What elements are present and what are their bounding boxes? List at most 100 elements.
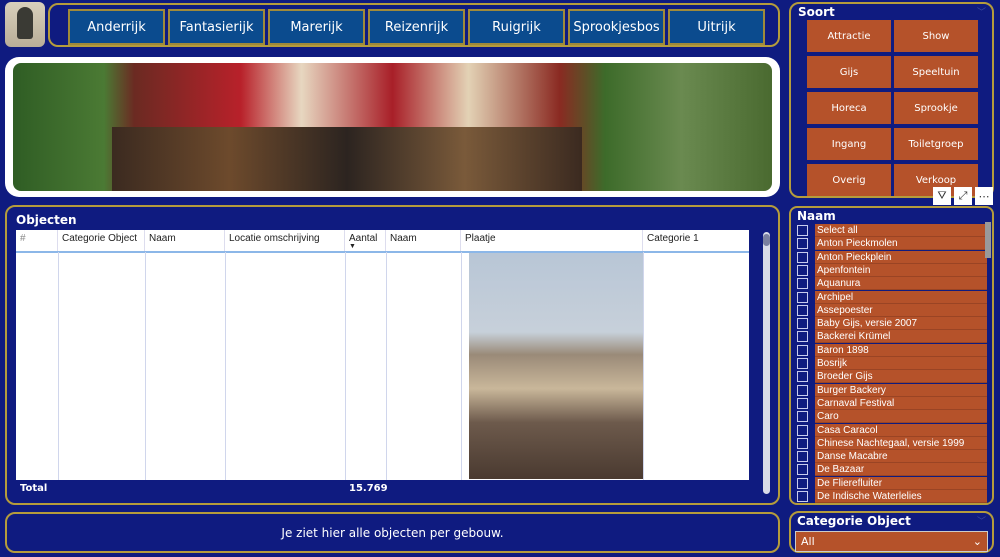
col-divider	[386, 252, 387, 480]
naam-item[interactable]: Burger Backery	[797, 383, 987, 397]
naam-slicer: Naam Select all Anton Pieckmolen Anton Pie…	[789, 206, 994, 505]
checkbox[interactable]	[797, 437, 808, 449]
chevron-down-icon[interactable]: ﹀	[977, 514, 986, 527]
table-scrollbar[interactable]	[763, 232, 770, 494]
checkbox[interactable]	[797, 491, 808, 502]
naam-item[interactable]: Apenfontein	[797, 263, 987, 277]
checkbox[interactable]	[797, 251, 808, 263]
checkbox[interactable]	[797, 451, 808, 463]
checkbox[interactable]	[797, 358, 808, 369]
carousel-image	[13, 63, 772, 191]
checkbox[interactable]	[797, 424, 808, 436]
hero-banner	[5, 57, 780, 197]
checkbox[interactable]	[797, 225, 808, 236]
checkbox[interactable]	[797, 304, 808, 316]
checkbox[interactable]	[797, 477, 808, 489]
focus-mode-icon[interactable]: ⤢	[954, 187, 972, 205]
naam-item[interactable]: Archipel	[797, 290, 987, 304]
col-header[interactable]: Locatie omschrijving	[225, 230, 345, 252]
naam-item[interactable]: Caro	[797, 410, 987, 424]
nav-sprookjesbos[interactable]: Sprookjesbos	[568, 9, 665, 45]
naam-item[interactable]: Aquanura	[797, 277, 987, 291]
soort-toiletgroep[interactable]: Toiletgroep	[894, 128, 978, 160]
col-divider	[461, 252, 462, 480]
item-label: Anton Pieckmolen	[815, 237, 987, 251]
soort-overig[interactable]: Overig	[807, 164, 891, 196]
item-label: Casa Caracol	[815, 423, 987, 437]
naam-item[interactable]: Baron 1898	[797, 343, 987, 357]
naam-item[interactable]: Bosrijk	[797, 357, 987, 370]
col-header[interactable]: Naam	[386, 230, 461, 252]
nav-marerijk[interactable]: Marerijk	[268, 9, 365, 45]
chevron-down-icon[interactable]: ﹀	[977, 5, 986, 18]
naam-item[interactable]: De Bazaar	[797, 463, 987, 477]
checkbox[interactable]	[797, 331, 808, 343]
filter-icon[interactable]: ⛛	[933, 187, 951, 205]
naam-item[interactable]: De Indische Waterlelies	[797, 490, 987, 503]
checkbox[interactable]	[797, 384, 808, 396]
col-header-sorted[interactable]: Aantal ▼	[345, 230, 386, 252]
item-label: Broeder Gijs	[815, 370, 987, 384]
soort-horeca[interactable]: Horeca	[807, 92, 891, 124]
checkbox[interactable]	[797, 291, 808, 303]
naam-item[interactable]: Assepoester	[797, 303, 987, 317]
nav-reizenrijk[interactable]: Reizenrijk	[368, 9, 465, 45]
item-label: De Fliereflu​iter	[815, 476, 987, 490]
naam-item[interactable]: Broeder Gijs	[797, 370, 987, 384]
naam-scrollbar[interactable]	[985, 222, 991, 258]
checkbox[interactable]	[797, 464, 808, 476]
naam-item[interactable]: Casa Caracol	[797, 423, 987, 437]
naam-item[interactable]: Backerei Krümel	[797, 330, 987, 344]
soort-sprookje[interactable]: Sprookje	[894, 92, 978, 124]
naam-item[interactable]: Chinese Nachtegaal, versie 1999	[797, 436, 987, 450]
checkbox[interactable]	[797, 397, 808, 409]
chevron-down-icon: ⌄	[972, 535, 982, 548]
item-label: Danse Macabre	[815, 450, 987, 464]
nav-uitrijk[interactable]: Uitrijk	[668, 9, 765, 45]
checkbox[interactable]	[797, 371, 808, 383]
soort-speeltuin[interactable]: Speeltuin	[894, 56, 978, 88]
col-header[interactable]: Categorie Object	[58, 230, 145, 252]
col-header[interactable]: Naam	[145, 230, 225, 252]
item-label: Caro	[815, 410, 987, 424]
naam-item[interactable]: Baby Gijs, versie 2007	[797, 317, 987, 331]
more-options-icon[interactable]: ⋯	[975, 187, 993, 205]
logo	[5, 2, 45, 47]
checkbox[interactable]	[797, 264, 808, 276]
col-header[interactable]: Plaatje	[461, 230, 643, 252]
checkbox[interactable]	[797, 318, 808, 330]
plaatje-image	[469, 253, 643, 479]
col-header[interactable]: Categorie 1	[643, 230, 749, 252]
naam-item[interactable]: De Fliereflu​iter	[797, 476, 987, 490]
checkbox[interactable]	[797, 411, 808, 423]
naam-item[interactable]: Anton Pieckmolen	[797, 237, 987, 251]
total-label: Total	[20, 483, 48, 494]
soort-attractie[interactable]: Attractie	[807, 20, 891, 52]
item-label: Baby Gijs, versie 2007	[815, 317, 987, 331]
item-label: Backerei Krümel	[815, 330, 987, 344]
categorie-dropdown[interactable]: All ⌄	[795, 531, 988, 552]
item-label: Apenfontein	[815, 263, 987, 277]
checkbox[interactable]	[797, 238, 808, 250]
soort-gijs[interactable]: Gijs	[807, 56, 891, 88]
nav-ruigrijk[interactable]: Ruigrijk	[468, 9, 565, 45]
checkbox[interactable]	[797, 344, 808, 356]
item-label: Assepoester	[815, 303, 987, 317]
slicer-title: Naam	[797, 209, 836, 223]
slicer-title: Soort	[798, 5, 835, 19]
checkbox[interactable]	[797, 278, 808, 290]
naam-item[interactable]: Anton Pieckplein	[797, 250, 987, 264]
naam-item[interactable]: Carnaval Festival	[797, 396, 987, 410]
item-label: Aquanura	[815, 277, 987, 291]
soort-show[interactable]: Show	[894, 20, 978, 52]
nav-anderrijk[interactable]: Anderrijk	[68, 9, 165, 45]
naam-item[interactable]: Select all	[797, 224, 987, 237]
soort-ingang[interactable]: Ingang	[807, 128, 891, 160]
item-label: Bosrijk	[815, 357, 987, 370]
nav-fantasierijk[interactable]: Fantasierijk	[168, 9, 265, 45]
naam-item[interactable]: Danse Macabre	[797, 450, 987, 464]
item-label: Burger Backery	[815, 383, 987, 397]
col-header[interactable]: #	[16, 230, 58, 252]
item-label: Select all	[815, 224, 987, 237]
item-label: Chinese Nachtegaal, versie 1999	[815, 436, 987, 450]
